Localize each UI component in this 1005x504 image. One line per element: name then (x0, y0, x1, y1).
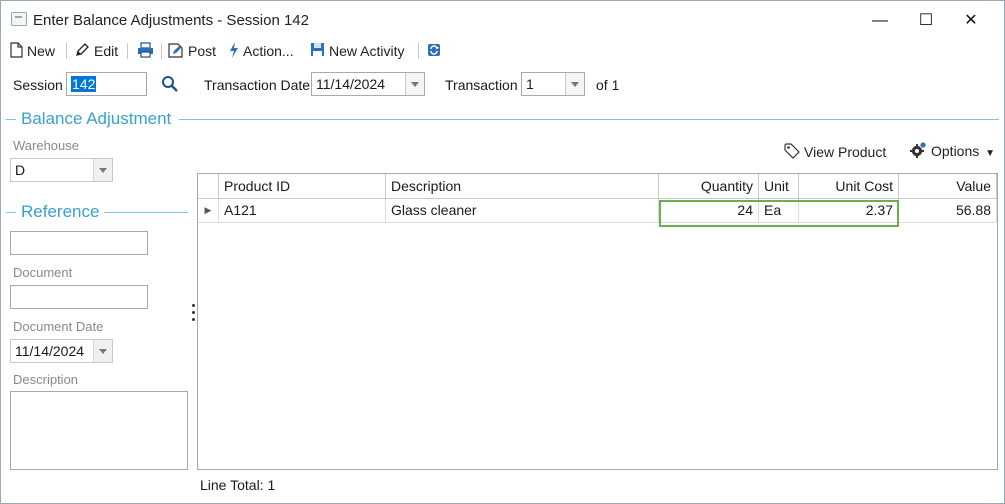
description-textarea[interactable] (10, 391, 188, 470)
options-label: Options (931, 143, 980, 160)
new-activity-button[interactable]: New Activity (310, 41, 404, 61)
column-header-description[interactable]: Description (386, 174, 659, 199)
toolbar: New Edit Post Action... New Activity (1, 39, 1004, 63)
document-date-label: Document Date (13, 319, 104, 334)
action-button[interactable]: Action... (229, 41, 294, 61)
transaction-value: 1 (526, 76, 534, 92)
maximize-button[interactable]: ☐ (903, 7, 949, 35)
column-header-unit-cost[interactable]: Unit Cost (799, 174, 899, 199)
minimize-button[interactable]: — (857, 7, 903, 35)
group-divider (179, 119, 999, 120)
action-label: Action... (243, 43, 294, 59)
gear-icon (909, 141, 927, 164)
lightning-icon (229, 41, 239, 63)
balance-adjustment-title: Balance Adjustment (21, 109, 172, 128)
group-divider (104, 212, 188, 213)
caret-down-icon: ▼ (985, 148, 996, 160)
document-input[interactable] (10, 285, 148, 309)
description-label: Description (13, 372, 79, 387)
options-menu-button[interactable]: Options ▼ (909, 141, 995, 161)
warehouse-label: Warehouse (13, 138, 79, 153)
column-header-value[interactable]: Value (899, 174, 997, 199)
chevron-down-icon[interactable] (93, 159, 112, 181)
document-label: Document (13, 265, 73, 280)
reference-title: Reference (21, 202, 100, 221)
session-value: 142 (71, 76, 97, 92)
line-total: Line Total: 1 (200, 477, 276, 493)
print-button[interactable] (137, 41, 158, 61)
refresh-button[interactable] (426, 41, 446, 61)
cell-description[interactable]: Glass cleaner (386, 199, 659, 223)
warehouse-select[interactable]: D (10, 158, 113, 182)
new-button[interactable]: New (10, 41, 55, 61)
transaction-select[interactable]: 1 (521, 72, 585, 96)
transaction-label: Transaction (445, 77, 518, 93)
toolbar-separator (418, 43, 419, 59)
new-document-icon (10, 42, 23, 63)
new-label: New (27, 43, 56, 59)
tag-icon (784, 143, 800, 164)
group-divider (6, 119, 16, 120)
window: Enter Balance Adjustments - Session 142 … (0, 0, 1005, 504)
close-button[interactable]: ✕ (948, 7, 994, 35)
toolbar-separator (127, 43, 128, 59)
document-date-value: 11/14/2024 (15, 343, 85, 359)
toolbar-separator (66, 43, 67, 59)
reference-input[interactable] (10, 231, 148, 255)
column-header-unit[interactable]: Unit (759, 174, 799, 199)
column-header-product-id[interactable]: Product ID (219, 174, 386, 199)
transaction-date-value: 11/14/2024 (316, 76, 386, 92)
chevron-down-icon[interactable] (93, 340, 112, 362)
title-bar: Enter Balance Adjustments - Session 142 … (1, 1, 1004, 39)
cell-value[interactable]: 56.88 (899, 199, 997, 223)
edit-button[interactable]: Edit (75, 41, 118, 61)
session-search-button[interactable] (161, 75, 179, 95)
new-activity-label: New Activity (329, 43, 405, 59)
session-label: Session (13, 77, 63, 93)
cell-product-id[interactable]: A121 (219, 199, 386, 223)
post-label: Post (188, 43, 217, 59)
warehouse-value: D (15, 162, 26, 178)
row-header-corner (198, 174, 219, 199)
document-date-picker[interactable]: 11/14/2024 (10, 339, 113, 363)
session-input[interactable]: 142 (66, 72, 147, 96)
column-header-quantity[interactable]: Quantity (659, 174, 759, 199)
save-icon (310, 42, 325, 62)
highlighted-cells (659, 200, 899, 227)
printer-icon (137, 42, 154, 63)
post-button[interactable]: Post (168, 41, 216, 61)
transaction-count: of 1 (596, 77, 620, 93)
view-product-button[interactable]: View Product (784, 142, 886, 162)
panel-splitter[interactable] (192, 304, 196, 325)
chevron-down-icon[interactable] (405, 73, 424, 95)
transaction-date-picker[interactable]: 11/14/2024 (311, 72, 425, 96)
search-icon (162, 76, 178, 92)
transaction-date-label: Transaction Date (204, 77, 311, 93)
chevron-down-icon[interactable] (565, 73, 584, 95)
post-icon (168, 42, 184, 63)
window-title: Enter Balance Adjustments - Session 142 (33, 12, 309, 29)
pencil-icon (75, 42, 90, 62)
toolbar-separator (161, 43, 162, 59)
refresh-icon (426, 42, 442, 63)
app-icon (11, 12, 27, 26)
row-indicator-icon[interactable]: ▶ (198, 199, 219, 223)
view-product-label: View Product (804, 144, 887, 160)
edit-label: Edit (94, 43, 119, 59)
group-divider (6, 212, 16, 213)
